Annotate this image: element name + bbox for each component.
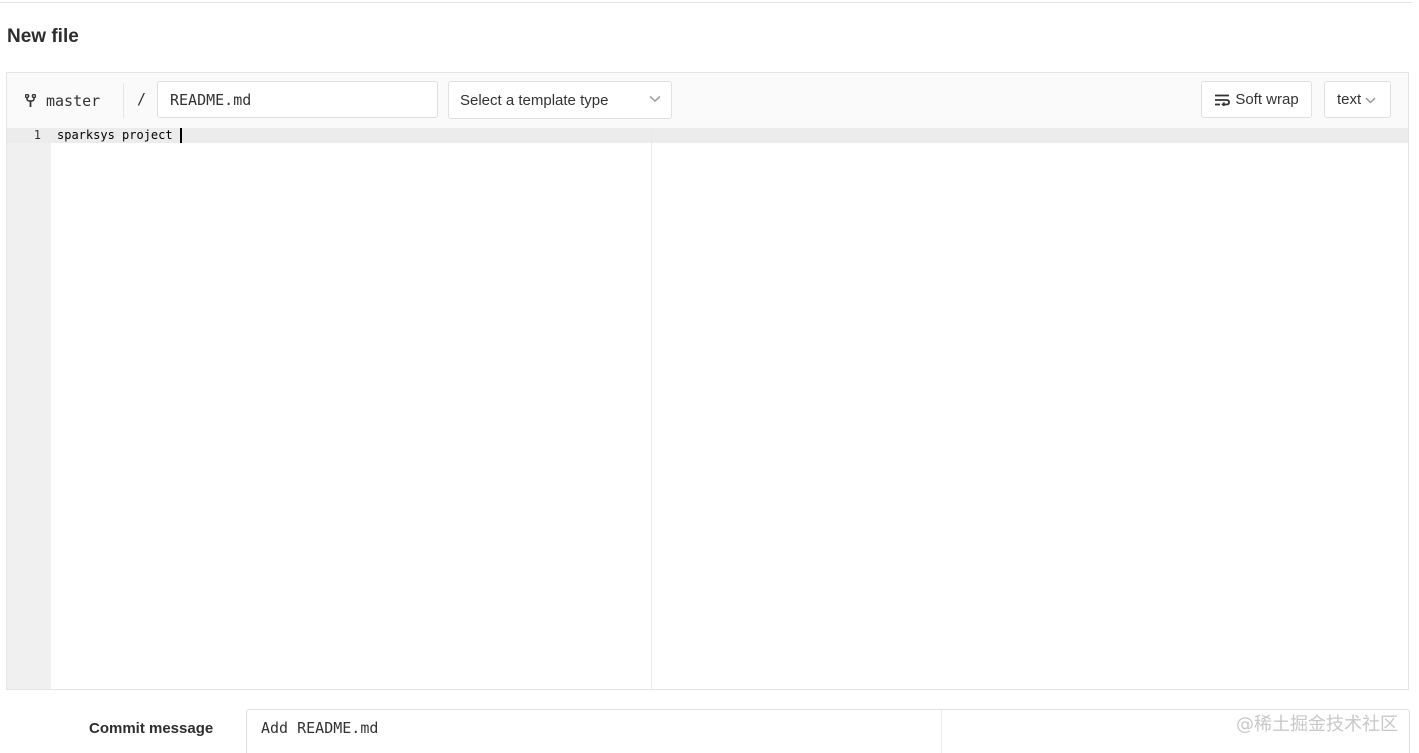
file-bar: master / Select a template type Soft wra… [7, 73, 1408, 129]
active-line-highlight [7, 128, 1408, 143]
new-file-page: New file master / Select a template type [0, 0, 1419, 753]
soft-wrap-button[interactable]: Soft wrap [1201, 81, 1312, 118]
chevron-down-icon [1365, 97, 1376, 104]
branch-icon [25, 94, 36, 107]
branch-name: master [46, 92, 101, 110]
branch-selector[interactable]: master [25, 90, 100, 112]
watermark: @稀土掘金技术社区 [1236, 714, 1398, 735]
chevron-down-icon [649, 95, 661, 103]
line-number-gutter [7, 128, 51, 689]
branch-divider [123, 83, 124, 118]
file-editor: master / Select a template type Soft wra… [6, 72, 1409, 690]
soft-wrap-icon [1215, 94, 1231, 106]
path-separator: / [137, 90, 147, 108]
text-cursor [179, 128, 182, 143]
file-name-input[interactable] [157, 81, 438, 118]
template-type-label: Select a template type [460, 91, 609, 109]
top-divider [0, 2, 1412, 3]
template-type-dropdown[interactable]: Select a template type [448, 81, 672, 119]
print-margin [651, 128, 652, 689]
code-line[interactable]: sparksys project [57, 128, 182, 143]
page-title: New file [7, 26, 79, 47]
commit-input-divider [941, 710, 942, 753]
line-number: 1 [33, 128, 41, 142]
code-line-text: sparksys project [57, 128, 180, 142]
editor-mode-label: text [1337, 91, 1362, 108]
commit-message-label: Commit message [89, 720, 214, 737]
editor-mode-dropdown[interactable]: text [1324, 81, 1391, 118]
soft-wrap-label: Soft wrap [1235, 91, 1299, 108]
